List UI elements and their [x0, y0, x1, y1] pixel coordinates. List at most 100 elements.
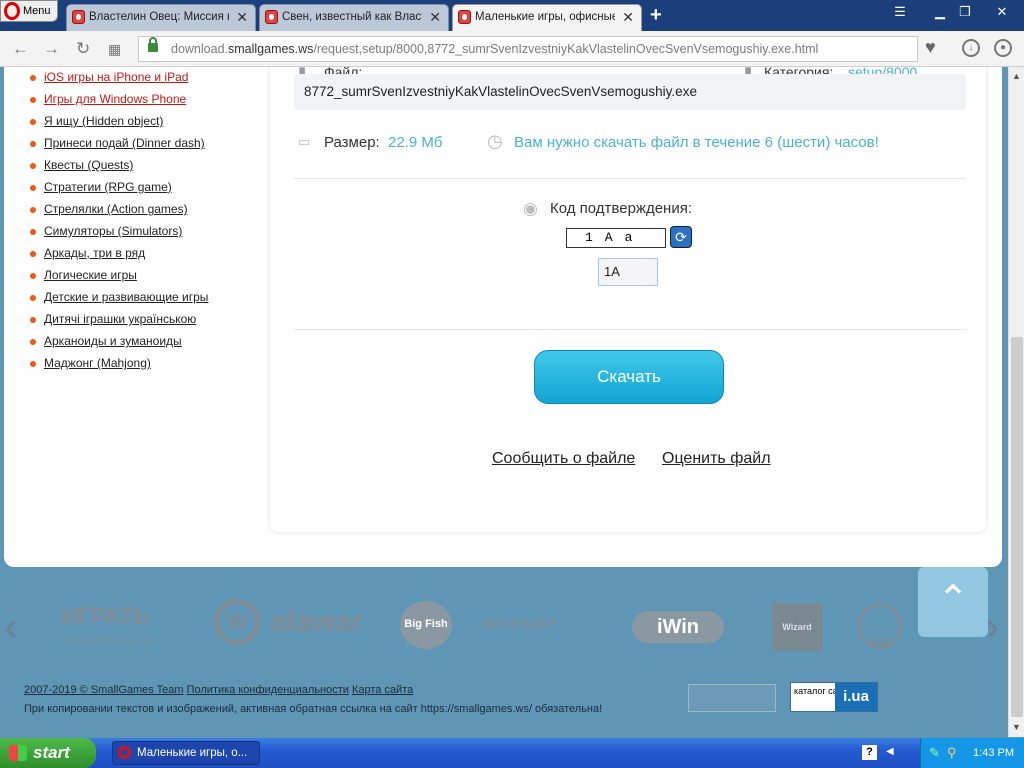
sidebar-item[interactable]: Квесты (Quests): [29, 158, 133, 172]
partner-logos: ‹ ИГРАТЬ ПОРТАЛ БЕСПЛАТНЫХ ИГР W alawar …: [0, 567, 1008, 677]
alawar-icon: W: [214, 599, 260, 645]
divider: [294, 178, 966, 179]
sidebar-item[interactable]: Симуляторы (Simulators): [29, 224, 182, 238]
sitemap-link[interactable]: Карта сайта: [352, 684, 413, 696]
minimize-icon[interactable]: ▁: [930, 3, 950, 21]
help-icon[interactable]: ?: [862, 745, 877, 760]
site-favicon-icon: [458, 10, 471, 24]
scrollbar-thumb[interactable]: [1011, 337, 1023, 717]
carousel-prev-icon[interactable]: ‹: [4, 607, 17, 647]
close-tab-icon[interactable]: ✕: [622, 5, 634, 30]
counter-badge[interactable]: [688, 684, 776, 712]
start-button[interactable]: start: [0, 738, 96, 768]
partner-logo[interactable]: Gold: [858, 603, 902, 649]
partner-logo[interactable]: Wizard: [772, 603, 822, 651]
sidebar-item[interactable]: Логические игры: [30, 268, 137, 282]
scroll-up-icon[interactable]: ▲: [1012, 71, 1021, 81]
new-tab-button[interactable]: +: [650, 5, 662, 25]
start-label: start: [33, 743, 70, 762]
site-favicon-icon: [265, 10, 278, 24]
lock-circle-icon: ◉: [523, 199, 538, 218]
sidebar-item[interactable]: Стратегии (RPG game): [30, 180, 172, 194]
footer-text: 2007-2019 © SmallGames Team Политика кон…: [24, 684, 602, 715]
folder-icon: ▭: [298, 134, 311, 149]
tab-1[interactable]: Властелин Овец: Миссия в... ✕: [66, 4, 256, 31]
tab-3-active[interactable]: Маленькие игры, офисные и... ✕: [452, 4, 642, 31]
site-favicon-icon: [72, 10, 85, 24]
partner-logo[interactable]: iWin: [632, 611, 724, 643]
sidebar-item[interactable]: Детские и развивающие игры: [29, 290, 208, 304]
size-label: Размер:: [324, 134, 380, 151]
vertical-scrollbar[interactable]: ▲ ▼: [1008, 67, 1024, 737]
sidebar-item[interactable]: Я ищу (Hidden object): [29, 114, 163, 128]
taskbar: start Маленькие игры, о... ? ◀ ✎ ⚲ 1:43 …: [0, 738, 1024, 768]
system-tray: ✎ ⚲ 1:43 PM: [920, 738, 1024, 768]
download-card: ▮ Файл: ▮ Категория: setup/8000 8772_sum…: [270, 67, 986, 532]
sidebar-item[interactable]: Аркады, три в ряд: [29, 246, 145, 260]
catalog-badge[interactable]: каталог сайтов i.ua: [790, 682, 878, 712]
lock-icon: [148, 37, 158, 52]
clock: 1:43 PM: [973, 747, 1014, 759]
url-path: /request,setup/8000,8772_sumrSvenIzvestn…: [313, 42, 819, 56]
captcha-input[interactable]: 1A: [598, 258, 658, 286]
tab-menu-icon[interactable]: ☰: [890, 3, 910, 21]
close-tab-icon[interactable]: ✕: [429, 5, 441, 30]
rate-file-link[interactable]: Оценить файл: [662, 450, 771, 468]
partner-logo[interactable]: NEVOSOFT: [484, 617, 558, 631]
scroll-to-top-icon[interactable]: ⌃: [918, 567, 988, 637]
download-button[interactable]: Скачать: [534, 350, 724, 404]
opera-logo-icon: [4, 2, 20, 20]
privacy-link[interactable]: Политика конфиденциальности: [187, 684, 349, 696]
speed-dial-icon[interactable]: ▦: [108, 41, 121, 58]
close-tab-icon[interactable]: ✕: [236, 5, 248, 30]
sidebar-item[interactable]: Дитячі іграшки українською: [29, 312, 196, 326]
divider: [294, 329, 966, 330]
partner-logo[interactable]: Big Fish: [400, 601, 452, 649]
url-prefix: download.: [171, 42, 228, 56]
heart-icon[interactable]: ♥: [925, 37, 936, 58]
search-tray-icon[interactable]: ⚲: [947, 738, 957, 768]
network-icon[interactable]: ✎: [929, 738, 940, 768]
badge-ua: i.ua: [835, 683, 877, 711]
download-icon[interactable]: ↓: [962, 39, 980, 57]
sidebar-item[interactable]: Игры для Windows Phone: [29, 92, 186, 106]
account-icon[interactable]: ●: [994, 39, 1012, 57]
captcha-label: Код подтверждения:: [550, 200, 692, 217]
refresh-captcha-icon[interactable]: ⟳: [670, 226, 692, 248]
captcha-image: 1Aa: [566, 228, 666, 248]
time-notice: Вам нужно скачать файл в течение 6 (шест…: [514, 134, 879, 151]
menu-label: Menu: [23, 5, 51, 17]
tab-2[interactable]: Свен, известный как Властелин ✕: [259, 4, 449, 31]
partner-tagline: ПОРТАЛ БЕСПЛАТНЫХ ИГР: [63, 639, 157, 646]
address-bar: ← → ↻ ▦ download.smallgames.ws/request,s…: [0, 31, 1024, 67]
close-window-icon[interactable]: ✕: [992, 3, 1012, 21]
browser-tab-bar: Menu Властелин Овец: Миссия в... ✕ Свен, …: [0, 0, 1024, 31]
browser-menu-button[interactable]: Menu: [0, 0, 58, 22]
windows-logo-icon: [9, 745, 27, 761]
partner-logo[interactable]: alawar: [270, 605, 363, 639]
sidebar-item[interactable]: Арканоиды и зуманоиды: [30, 334, 182, 348]
tray-arrow-icon[interactable]: ◀: [886, 746, 894, 757]
taskbar-window-label: Маленькие игры, о...: [137, 747, 248, 759]
sidebar-item[interactable]: iOS игры на iPhone и iPad: [29, 70, 188, 84]
reload-icon[interactable]: ↻: [76, 39, 90, 59]
sidebar-item[interactable]: Стрелялки (Action games): [30, 202, 188, 216]
sidebar-item[interactable]: Маджонг (Mahjong): [30, 356, 151, 370]
tab-title: Властелин Овец: Миссия в...: [89, 11, 229, 23]
taskbar-window-button[interactable]: Маленькие игры, о...: [112, 741, 260, 765]
partner-logo[interactable]: ИГРАТЬ: [62, 603, 150, 631]
copyright-link[interactable]: 2007-2019 © SmallGames Team: [24, 684, 184, 696]
url-domain: smallgames.ws: [228, 42, 314, 56]
opera-logo-icon: [118, 746, 131, 759]
url-field[interactable]: download.smallgames.ws/request,setup/800…: [138, 36, 918, 62]
sidebar-item[interactable]: Принеси подай (Dinner dash): [30, 136, 205, 150]
tab-title: Свен, известный как Властелин: [282, 11, 422, 23]
tab-title: Маленькие игры, офисные и...: [475, 11, 615, 23]
report-file-link[interactable]: Сообщить о файле: [492, 450, 635, 468]
forward-arrow-icon[interactable]: →: [43, 39, 60, 59]
clock-icon: ◷: [487, 131, 503, 151]
maximize-icon[interactable]: ❐: [955, 3, 975, 21]
back-arrow-icon[interactable]: ←: [12, 39, 29, 59]
scroll-down-icon[interactable]: ▼: [1012, 722, 1021, 732]
size-value: 22.9 Мб: [388, 134, 443, 151]
